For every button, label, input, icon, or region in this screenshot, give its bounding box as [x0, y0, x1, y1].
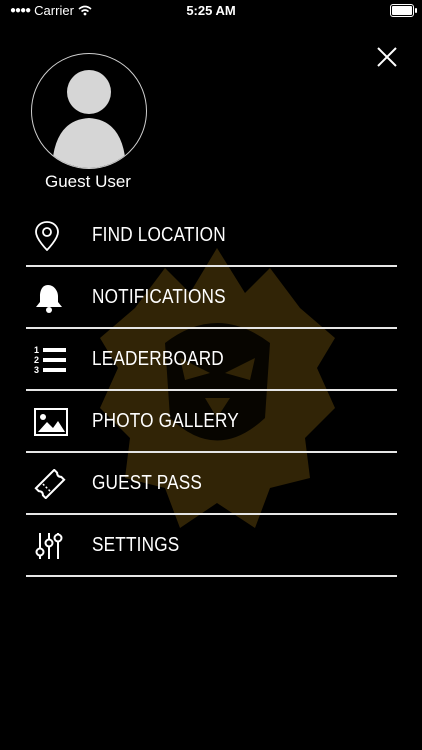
svg-text:3: 3 [34, 365, 39, 375]
menu-item-leaderboard[interactable]: 1 2 3 LEADERBOARD [26, 329, 397, 391]
photo-icon [34, 408, 68, 436]
ranked-list-icon: 1 2 3 [34, 345, 66, 375]
menu-item-label: FIND LOCATION [92, 224, 226, 246]
ticket-icon [34, 469, 66, 499]
user-silhouette-icon [52, 70, 126, 168]
battery-icon [390, 4, 414, 17]
user-name: Guest User [45, 172, 131, 191]
battery-cap [415, 8, 417, 13]
menu-item-guest-pass[interactable]: GUEST PASS [26, 453, 397, 515]
menu-item-label: GUEST PASS [92, 472, 203, 494]
svg-text:1: 1 [34, 345, 39, 355]
menu-item-label: NOTIFICATIONS [92, 286, 226, 308]
clock: 5:25 AM [186, 3, 236, 18]
bell-icon [36, 285, 62, 313]
close-icon[interactable] [372, 42, 402, 72]
menu-item-settings[interactable]: SETTINGS [26, 515, 397, 577]
menu-item-notifications[interactable]: NOTIFICATIONS [26, 267, 397, 329]
avatar[interactable] [31, 53, 147, 169]
location-pin-icon [35, 221, 59, 251]
menu-item-find-location[interactable]: FIND LOCATION [26, 205, 397, 267]
side-menu: FIND LOCATION NOTIFICATIONS 1 2 3 LEADER… [26, 205, 397, 577]
status-bar: ●●●● Carrier 5:25 AM [0, 0, 422, 22]
sliders-icon [35, 533, 63, 559]
svg-text:2: 2 [34, 355, 39, 365]
menu-item-label: LEADERBOARD [92, 348, 224, 370]
menu-item-label: SETTINGS [92, 534, 180, 556]
menu-item-label: PHOTO GALLERY [92, 410, 239, 432]
menu-item-photo-gallery[interactable]: PHOTO GALLERY [26, 391, 397, 453]
